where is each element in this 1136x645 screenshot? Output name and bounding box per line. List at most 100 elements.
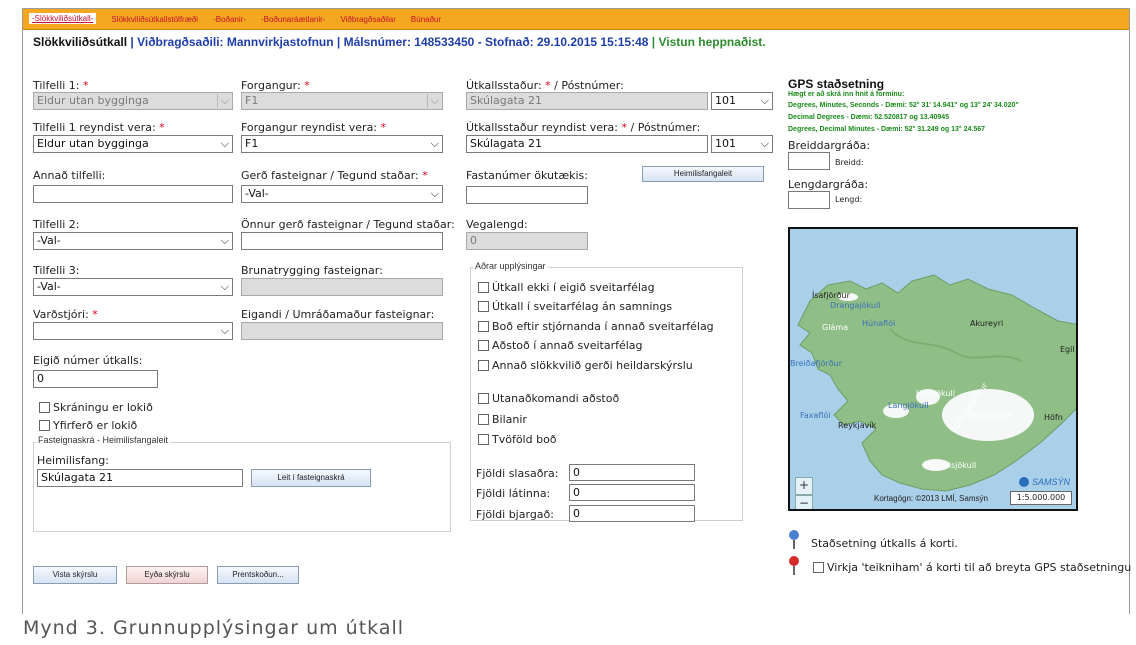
property-type-label: Gerð fasteignar / Tegund staðar: * — [241, 169, 428, 182]
app-frame: -Slökkviliðsútkall- Slökkviliðsútkallstö… — [22, 8, 1131, 640]
latitude-label: Breiddargráða: — [788, 139, 871, 152]
tab-equipment[interactable]: Búnaður — [411, 15, 441, 24]
other-property-input[interactable] — [241, 232, 443, 250]
longitude-label: Lengdargráða: — [788, 178, 869, 191]
vehicle-number-input[interactable] — [466, 186, 588, 204]
status-line: Slökkviliðsútkall | Viðbragðsaðili: Mann… — [33, 35, 766, 49]
distance-input[interactable]: 0 — [466, 232, 588, 250]
property-lookup-legend: Fasteignaskrá - Heimilisfangaleit — [36, 435, 171, 445]
chevron-down-icon: ⌵ — [760, 94, 769, 107]
postcode-actual-select[interactable]: 101 ⌵ — [711, 135, 773, 153]
tab-fire-call[interactable]: -Slökkviliðsútkall- — [29, 13, 97, 24]
search-registry-button[interactable]: Leit í fasteignaskrá — [251, 469, 371, 487]
save-report-button[interactable]: Vista skýrslu — [33, 566, 117, 584]
priority-actual-label: Forgangur reyndist vera: * — [241, 121, 387, 134]
samsyn-logo: SAMSÝN — [1018, 477, 1070, 487]
red-pin-icon — [789, 556, 799, 575]
chevron-down-icon: ⌵ — [760, 137, 769, 150]
gps-help-line: Decimal Degrees - Dæmi: 52.520817 og 13.… — [788, 114, 950, 121]
zoom-in-button[interactable]: + — [795, 477, 813, 495]
print-preview-button[interactable]: Prentskoðun... — [217, 566, 299, 584]
longitude-input[interactable] — [788, 191, 830, 209]
priority-actual-select[interactable]: F1 ⌵ — [241, 135, 443, 153]
zoom-out-button[interactable]: − — [795, 495, 813, 509]
latitude-small-label: Breidd: — [835, 158, 864, 167]
latitude-input[interactable] — [788, 152, 830, 170]
other-property-label: Önnur gerð fasteignar / Tegund staðar: — [241, 218, 455, 231]
case-number-text: | Málsnúmer: 148533450 — [336, 35, 475, 49]
review-done-checkbox[interactable]: Yfirferð er lokið — [39, 419, 137, 432]
check-malfunctions[interactable]: Bilanir — [478, 413, 527, 426]
draw-mode-checkbox[interactable]: Virkja 'teikniham' á korti til að breyta… — [813, 561, 1131, 574]
save-status-text: | Vistun heppnaðist. — [651, 35, 766, 49]
map-label: Faxaflói — [800, 411, 831, 420]
deceased-input[interactable]: 0 — [569, 484, 695, 501]
location-input[interactable]: Skúlagata 21 — [466, 92, 708, 110]
address-lookup-button[interactable]: Heimilisfangaleit — [642, 166, 764, 182]
check-not-own-municipality[interactable]: Útkall ekki í eigið sveitarfélag — [478, 281, 655, 294]
chevron-down-icon: ⌵ — [430, 137, 439, 150]
fire-insurance-label: Brunatrygging fasteignar: — [241, 264, 383, 277]
map-label: Vatnajökull — [968, 411, 1012, 420]
map-label: Breiðafjörður — [790, 359, 843, 368]
incident1-select[interactable]: Eldur utan bygginga ⌵ — [33, 92, 233, 110]
postcode-select[interactable]: 101 ⌵ — [711, 92, 773, 110]
map-label: Ísafjörður — [812, 291, 850, 300]
tab-notification-plans[interactable]: -Boðunaráætlanir- — [261, 15, 325, 24]
map-label: Höfn — [1044, 413, 1063, 422]
property-type-select[interactable]: -Val- ⌵ — [241, 185, 443, 203]
incident2-select[interactable]: -Val- ⌵ — [33, 232, 233, 250]
tab-fire-call-statistics[interactable]: Slökkviliðsútkallstölfræði — [111, 15, 198, 24]
rescued-input[interactable]: 0 — [569, 505, 695, 522]
location-on-map-text: Staðsetning útkalls á korti. — [811, 537, 958, 550]
chevron-down-icon: ⌵ — [216, 94, 229, 108]
map-scale: 1:5.000.000 — [1010, 491, 1072, 505]
map-label: Langjökull — [888, 401, 929, 410]
check-commander-other-municipality[interactable]: Boð eftir stjórnanda í annað sveitarféla… — [478, 320, 714, 333]
check-outside-assistance[interactable]: Utanaðkomandi aðstoð — [478, 392, 619, 405]
fire-insurance-input[interactable] — [241, 278, 443, 296]
map-label: Mýrdalsjökull — [924, 461, 977, 470]
location-actual-label: Útkallsstaður reyndist vera: * / Póstnúm… — [466, 121, 701, 134]
rescued-label: Fjöldi bjargað: — [476, 508, 554, 521]
page-title: Slökkviliðsútkall — [33, 35, 128, 49]
incident2-label: Tilfelli 2: — [33, 218, 80, 231]
tab-notifications[interactable]: -Boðanir- — [213, 15, 246, 24]
map-view[interactable]: Ísafjörður Drangajökull Gláma Húnaflói A… — [788, 227, 1078, 511]
globe-icon — [1018, 477, 1029, 487]
deceased-label: Fjöldi látinna: — [476, 487, 551, 500]
incident1-label: Tilfelli 1: * — [33, 79, 89, 92]
distance-label: Vegalengd: — [466, 218, 528, 231]
incident3-label: Tilfelli 3: — [33, 264, 80, 277]
incident1-actual-label: Tilfelli 1 reyndist vera: * — [33, 121, 165, 134]
map-label: Hofsjökull — [916, 389, 955, 398]
registration-done-checkbox[interactable]: Skráningu er lokið — [39, 401, 153, 414]
location-actual-input[interactable]: Skúlagata 21 — [466, 135, 708, 153]
duty-officer-select[interactable]: ⌵ — [33, 322, 233, 340]
check-other-brigade-report[interactable]: Annað slökkvilið gerði heildarskýrslu — [478, 359, 693, 372]
check-assist-other-municipality[interactable]: Aðstoð í annað sveitarfélag — [478, 339, 643, 352]
figure-caption: Mynd 3. Grunnupplýsingar um útkall — [22, 614, 1136, 645]
home-address-input[interactable]: Skúlagata 21 — [37, 469, 243, 487]
gps-help-line: Hægt er að skrá inn hnit á forminu: — [788, 91, 905, 98]
priority-select[interactable]: F1 ⌵ — [241, 92, 443, 110]
check-double-call[interactable]: Tvöföld boð — [478, 433, 557, 446]
owner-label: Eigandi / Umráðamaður fasteignar: — [241, 308, 435, 321]
incident1-actual-select[interactable]: Eldur utan bygginga ⌵ — [33, 135, 233, 153]
map-label: Reykjavík — [838, 421, 877, 430]
longitude-small-label: Lengd: — [835, 195, 863, 204]
owner-input[interactable] — [241, 322, 443, 340]
tab-responders[interactable]: Viðbragðsaðilar — [340, 15, 395, 24]
check-no-contract-municipality[interactable]: Útkall í sveitarfélag án samnings — [478, 300, 672, 313]
delete-report-button[interactable]: Eyða skýrslu — [126, 566, 208, 584]
own-number-input[interactable]: 0 — [33, 370, 158, 388]
chevron-down-icon: ⌵ — [220, 280, 229, 293]
injured-label: Fjöldi slasaðra: — [476, 467, 559, 480]
incident3-select[interactable]: -Val- ⌵ — [33, 278, 233, 296]
responder-text: | Viðbragðsaðili: Mannvirkjastofnun — [130, 35, 334, 49]
injured-input[interactable]: 0 — [569, 464, 695, 481]
chevron-down-icon: ⌵ — [426, 94, 439, 108]
other-incident-label: Annað tilfelli: — [33, 169, 106, 182]
other-incident-input[interactable] — [33, 185, 233, 203]
gps-title: GPS staðsetning — [788, 77, 885, 91]
